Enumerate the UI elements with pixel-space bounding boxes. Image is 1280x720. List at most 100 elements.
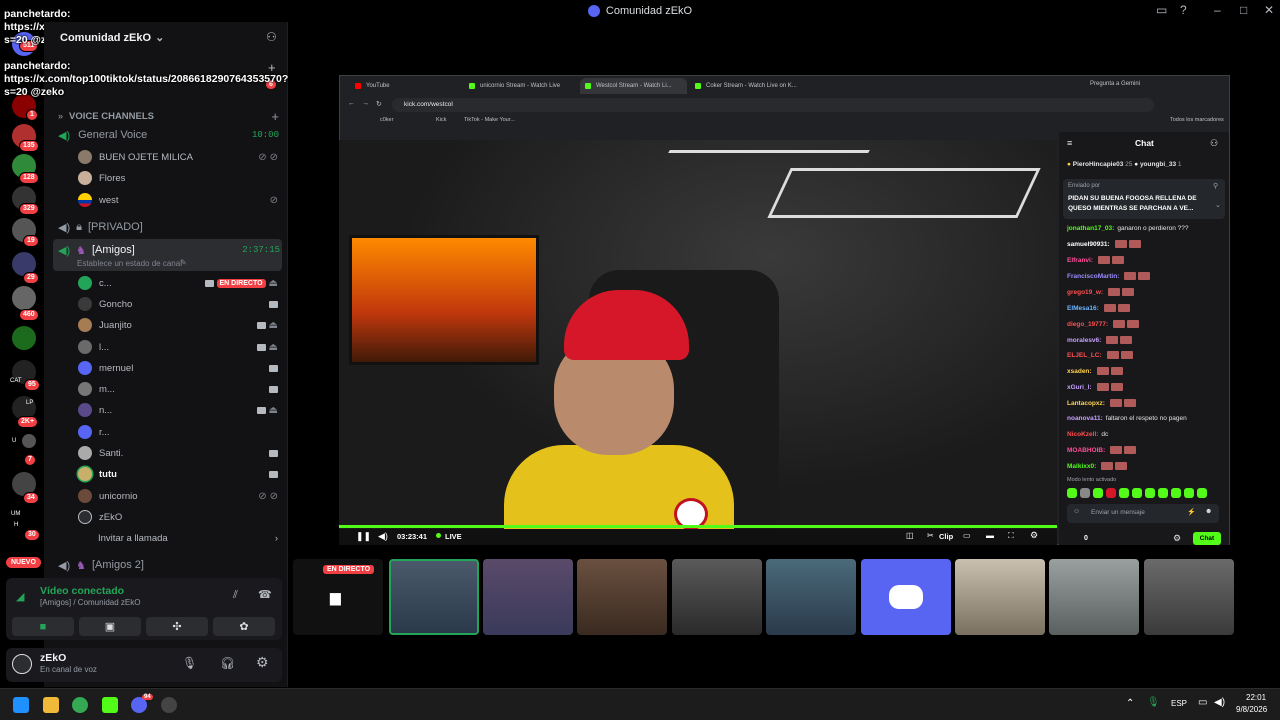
emoji-icon[interactable]: ☺ [1073,508,1080,515]
headphones-icon[interactable]: 🎧︎ [220,656,235,670]
channel-privado[interactable]: ◀) 🔒︎ [PRIVADO] [58,217,278,237]
bookmark[interactable]: c0ker [380,117,393,123]
help-icon[interactable]: ? [1180,3,1187,17]
voice-user[interactable]: r... [78,422,278,442]
settings-gear-icon[interactable]: ⚙ [1030,530,1038,541]
emote-icon[interactable] [1067,488,1077,498]
voice-category[interactable]: » VOICE CHANNELS + [58,106,279,126]
activities-button[interactable]: ✣ [146,617,208,636]
stream-video[interactable] [339,140,1057,529]
captions-icon[interactable]: ▭ [963,531,971,540]
video-tile[interactable] [672,559,762,635]
chrome-icon[interactable] [72,697,88,713]
close-icon[interactable]: ✕ [1264,3,1274,17]
chat-username[interactable]: Elfranvi: [1067,257,1093,264]
voice-user[interactable]: Juanjito ⏏ [78,315,278,335]
video-tile-avatar[interactable] [861,559,951,635]
video-tile[interactable] [766,559,856,635]
maximize-icon[interactable]: □ [1240,3,1247,17]
video-tile[interactable] [1144,559,1234,635]
address-bar[interactable]: kick.com/westcol [392,98,1154,112]
chat-username[interactable]: grego19_w: [1067,289,1103,296]
soundboard-button[interactable]: ✿ [213,617,275,636]
send-chat-button[interactable]: Chat [1193,532,1221,545]
server-icon[interactable] [12,326,36,350]
server-header[interactable]: Comunidad zEkO ⌄ [60,31,164,45]
minimize-icon[interactable]: – [1214,3,1221,17]
clip-icon[interactable]: ✂ [927,531,934,540]
collapse-chat-icon[interactable]: ≡ [1067,138,1072,148]
chat-username[interactable]: jonathan17_03: [1067,225,1114,232]
browser-tab[interactable]: YouTube [350,78,457,94]
pip-icon[interactable]: ◫ [906,531,914,540]
chat-username[interactable]: noanova11: [1067,415,1103,422]
volume-icon[interactable]: ◀) [378,531,388,542]
volume-icon[interactable]: ◀) [1214,697,1225,708]
emote-icon[interactable] [1132,488,1142,498]
voice-user[interactable]: Santi. [78,443,278,463]
connection-location[interactable]: [Amigos] / Comunidad zEkO [40,598,140,607]
chat-username[interactable]: diego_19777: [1067,321,1108,328]
channel-status-input[interactable]: Establece un estado de canal [77,259,182,268]
add-channel-icon[interactable]: + [271,109,279,124]
browser-tab[interactable]: Coker Stream - Watch Live on K... [690,78,797,94]
emote-icon[interactable] [1145,488,1155,498]
emote-icon[interactable] [1119,488,1129,498]
network-icon[interactable]: ▭ [1198,697,1207,708]
emote-icon[interactable] [1106,488,1116,498]
pencil-icon[interactable]: ✎ [180,258,187,267]
windows-start-icon[interactable] [13,697,29,713]
voice-user[interactable]: unicornio ⊘ ⊘ [78,486,278,506]
video-tile[interactable] [483,559,573,635]
app-icon[interactable] [161,697,177,713]
chat-username[interactable]: ElMesa16: [1067,305,1099,312]
emote-icon[interactable] [1171,488,1181,498]
channel-amigos-2[interactable]: ◀) ♞ [Amigos 2] [58,555,278,575]
signal-icon[interactable]: ◢ [16,590,24,603]
voice-user[interactable]: n... ⏏ [78,400,278,420]
users-icon[interactable]: ⚇ [1210,138,1218,149]
back-icon[interactable]: ← [348,100,355,107]
chat-input[interactable]: ☺ Enviar un mensaje ⚡ ☻ [1067,504,1219,523]
video-tile[interactable] [389,559,479,635]
stream-progress-bar[interactable] [339,525,1057,528]
noise-suppression-icon[interactable]: ⫽ [233,589,238,602]
chat-username[interactable]: moralesv6: [1067,337,1101,344]
inbox-icon[interactable]: ▭ [1156,3,1167,17]
emote-picker-icon[interactable]: ⚡ [1187,508,1196,516]
pause-icon[interactable]: ❚❚ [356,531,371,542]
bookmark[interactable]: Todos los marcadores [1170,117,1224,123]
camera-button[interactable]: ■ [12,617,74,636]
chat-username[interactable]: NicoKzell: [1067,431,1098,438]
chat-username[interactable]: Malkixx0: [1067,463,1096,470]
reload-icon[interactable]: ↻ [376,100,382,108]
video-tile[interactable] [577,559,667,635]
clock-date[interactable]: 9/8/2026 [1236,705,1267,714]
emote-icon[interactable] [1158,488,1168,498]
chat-username[interactable]: ELJEL_LC: [1067,352,1102,359]
microphone-icon[interactable]: 🎙︎ [1147,697,1160,708]
screen-share-tile[interactable]: EN DIRECTO ▆ [293,559,383,635]
voice-user[interactable]: Flores [78,168,278,188]
pinned-message[interactable]: Enviado por ⚲ PIDAN SU BUENA FOGOSA RELL… [1063,179,1225,219]
file-explorer-icon[interactable] [43,697,59,713]
bookmark[interactable]: TikTok - Make Your... [464,117,515,123]
new-badge[interactable]: NUEVO [6,557,41,568]
chevron-down-icon[interactable]: ⌄ [1215,201,1221,209]
invite-to-call[interactable]: Invitar a llamada › [78,528,278,548]
emote-icon[interactable] [1197,488,1207,498]
clock-time[interactable]: 22:01 [1246,693,1266,702]
voice-user[interactable]: Goncho [78,294,278,314]
avatar[interactable] [12,654,32,674]
bookmark[interactable]: Kick [436,117,446,123]
voice-user[interactable]: m... [78,379,278,399]
chat-username[interactable]: FranciscoMartin: [1067,273,1119,280]
emote-icon[interactable] [1184,488,1194,498]
server-icon[interactable] [22,434,36,448]
invite-icon[interactable]: ⚇ [266,30,277,44]
video-tile[interactable] [955,559,1045,635]
video-tile[interactable] [1049,559,1139,635]
chevron-up-icon[interactable]: ⌃ [1126,698,1134,709]
kick-icon[interactable] [102,697,118,713]
browser-tab-active[interactable]: Westcol Stream - Watch Li... [580,78,687,94]
